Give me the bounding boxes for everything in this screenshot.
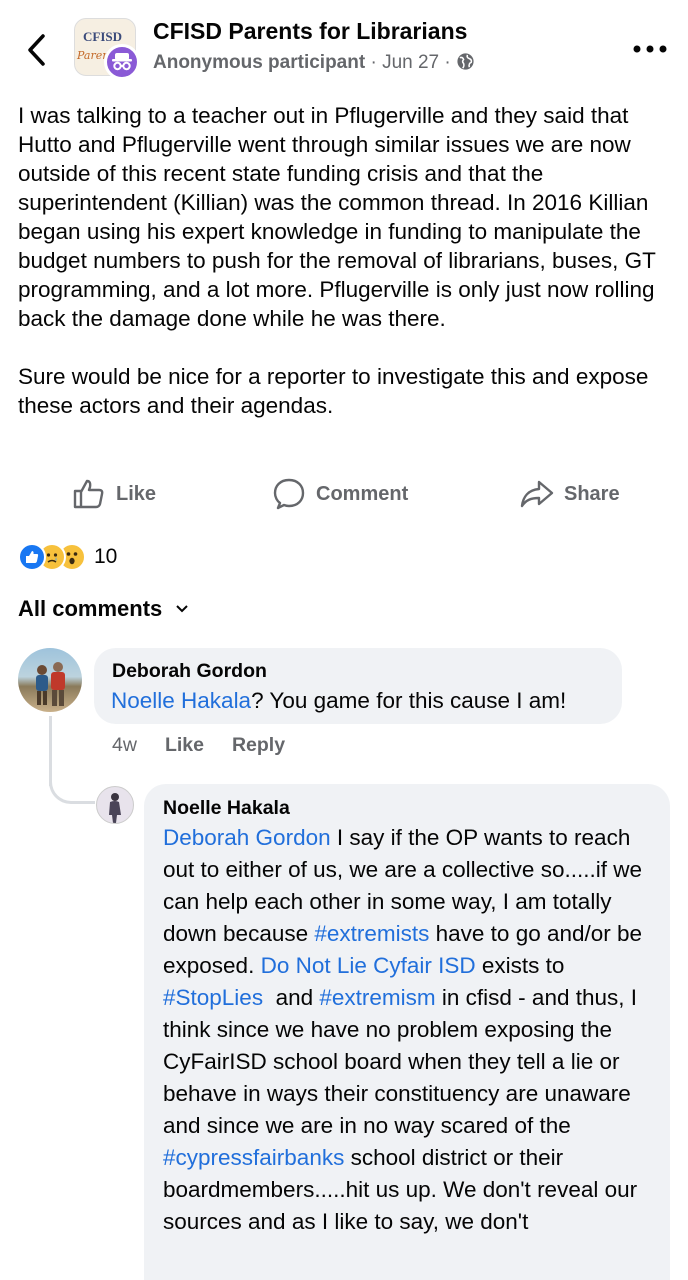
share-arrow-icon (520, 480, 554, 508)
hashtag-link[interactable]: #StopLies (163, 985, 263, 1010)
like-label: Like (116, 482, 157, 505)
reply-author[interactable]: Noelle Hakala (163, 797, 290, 820)
thread-connector (49, 760, 95, 804)
comment-author[interactable]: Deborah Gordon (112, 660, 267, 683)
like-button[interactable]: Like (72, 470, 156, 518)
reply-text-part: exists to (475, 953, 565, 978)
reply-bubble: Noelle Hakala Deborah Gordon I say if th… (144, 784, 670, 1280)
post-body: I was talking to a teacher out in Pfluge… (18, 101, 678, 449)
comment-bubble: Deborah Gordon Noelle Hakala? You game f… (94, 648, 622, 724)
reply-text-part: and (263, 985, 320, 1010)
more-options-icon[interactable] (632, 38, 668, 60)
comment-bubble-icon (273, 478, 305, 510)
hashtag-link[interactable]: #cypressfairbanks (163, 1145, 344, 1170)
comment-like-button[interactable]: Like (165, 734, 204, 757)
comment-button[interactable]: Comment (272, 470, 408, 518)
reply-text: Deborah Gordon I say if the OP wants to … (163, 822, 659, 1238)
back-arrow-icon[interactable] (22, 30, 52, 70)
post-paragraph-1: I was talking to a teacher out in Pfluge… (18, 103, 656, 331)
post-paragraph-2: Sure would be nice for a reporter to inv… (18, 364, 649, 418)
comment-label: Comment (316, 482, 409, 505)
comment-time[interactable]: 4w (112, 734, 137, 757)
hashtag-link[interactable]: #extremists (314, 921, 429, 946)
reaction-count: 10 (94, 545, 118, 568)
thumbs-up-icon (73, 479, 104, 509)
meta-separator-2: · (439, 52, 457, 73)
group-logo-text: CFISD (83, 29, 123, 44)
globe-icon (457, 53, 474, 70)
post-date[interactable]: Jun 27 (382, 52, 439, 73)
comment-reply-button[interactable]: Reply (232, 734, 285, 757)
all-comments-label: All comments (18, 596, 163, 621)
reply-mention[interactable]: Deborah Gordon (163, 825, 331, 850)
comment-text-body: ? You game for this cause I am! (251, 688, 567, 713)
meta-separator: · (365, 52, 383, 73)
hashtag-link[interactable]: #extremism (319, 985, 435, 1010)
share-label: Share (564, 482, 620, 505)
page-mention[interactable]: Do Not Lie Cyfair ISD (261, 953, 476, 978)
like-reaction-icon (18, 543, 46, 571)
post-author[interactable]: Anonymous participant (153, 52, 365, 73)
post-actions: Like Comment Share (0, 470, 688, 518)
reactions-summary[interactable]: 10 (18, 540, 117, 574)
comment-text: Noelle Hakala? You game for this cause I… (111, 688, 566, 714)
reply-avatar[interactable] (96, 786, 134, 824)
avatar[interactable] (18, 648, 82, 712)
comment-meta: 4w Like Reply (112, 734, 285, 757)
post-meta: Anonymous participant · Jun 27 · (153, 52, 475, 74)
share-button[interactable]: Share (520, 470, 620, 518)
chevron-down-icon (176, 605, 188, 613)
comment-mention[interactable]: Noelle Hakala (111, 688, 251, 713)
post-header: CFISD Parents CFISD Parents for Libraria… (0, 0, 688, 100)
all-comments-filter[interactable]: All comments (18, 596, 188, 622)
group-name[interactable]: CFISD Parents for Librarians (153, 18, 467, 45)
anonymous-participant-icon (104, 44, 140, 80)
